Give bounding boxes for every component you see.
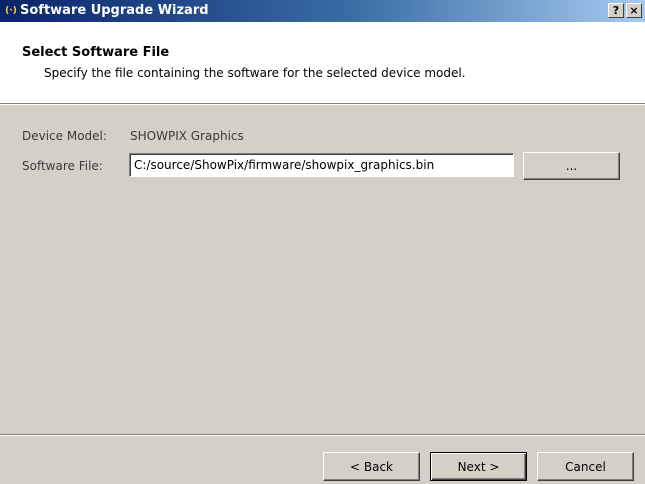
software-file-input[interactable] xyxy=(129,153,514,177)
title-bar: (·) Software Upgrade Wizard ? × xyxy=(0,0,645,22)
page-subtitle: Specify the file containing the software… xyxy=(44,66,466,80)
next-button[interactable]: Next > xyxy=(430,452,527,481)
broadcast-icon: (·) xyxy=(5,6,17,16)
wizard-header: Select Software File Specify the file co… xyxy=(0,22,645,104)
device-model-value: SHOWPIX Graphics xyxy=(130,129,244,143)
help-button[interactable]: ? xyxy=(608,3,624,18)
close-button[interactable]: × xyxy=(626,3,642,18)
cancel-button[interactable]: Cancel xyxy=(537,452,634,481)
software-file-label: Software File: xyxy=(22,159,103,173)
header-divider xyxy=(0,104,645,105)
back-button[interactable]: < Back xyxy=(323,452,420,481)
device-model-label: Device Model: xyxy=(22,129,107,143)
window-title: Software Upgrade Wizard xyxy=(20,3,209,18)
browse-button[interactable]: ... xyxy=(523,152,620,180)
page-title: Select Software File xyxy=(22,45,170,60)
